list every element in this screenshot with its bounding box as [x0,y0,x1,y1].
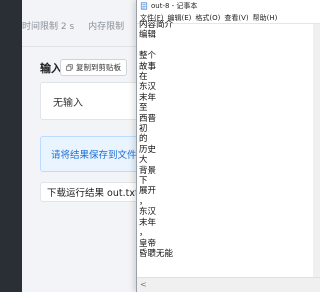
notepad-line: 初 [139,124,148,135]
notepad-line: ， [139,228,148,239]
notepad-title: out-8 - 记事本 [151,2,198,10]
notepad-line: 末年 [139,217,157,228]
notepad-titlebar[interactable]: out-8 - 记事本 [137,0,320,12]
notepad-line: 内容简介 [139,20,174,30]
notepad-line: 末年 [139,92,157,103]
notepad-line: 西晋 [139,113,157,124]
notepad-window: out-8 - 记事本 文件(F) 编辑(E) 格式(O) 查看(V) 帮助(H… [136,0,320,292]
notepad-line: 整个 [139,51,157,62]
left-dark-strip [0,0,22,292]
download-link-text: 下载运行结果 out.txt [47,188,139,199]
notepad-line: 背景 [139,165,157,176]
memory-limit: 内存限制 [88,21,125,32]
notice-text: 请将结果保存到文件: o [51,150,140,161]
notepad-line: 昏聩无能 [139,248,174,259]
input-section-title: 输入 [40,62,62,75]
notepad-line: 东汉 [139,207,157,218]
input-value-box: 无输入 [40,82,140,120]
limits-row: 时间限制 2 s 内存限制 [22,12,142,38]
scroll-left-icon[interactable]: < [140,280,147,289]
notepad-app-icon [140,2,148,10]
notepad-line: 的 [139,134,148,145]
save-result-notice: 请将结果保存到文件: o [40,136,140,172]
notepad-text-area[interactable]: 内容简介 编辑 整个 故事在东汉 末年至西晋初的历史大背景下展开，东汉 末年，皇帝 昏聩无能 [139,20,309,278]
download-result-link[interactable]: 下载运行结果 out.txt [40,182,140,202]
copy-to-clipboard-button[interactable]: 复制到剪贴板 [60,59,127,76]
notepad-line: 故事 [139,61,157,72]
notepad-line: ， [139,196,148,207]
notepad-line [139,41,309,51]
notepad-line: 下 [139,176,148,187]
notepad-line: 历史 [139,144,157,155]
notepad-line: 在 [139,72,148,83]
notepad-line: 编辑 [139,30,157,41]
time-limit: 时间限制 2 s [22,21,75,32]
copy-button-label: 复制到剪贴板 [76,63,121,72]
notepad-line: 皇帝 [139,238,157,249]
divider [22,46,142,47]
input-value: 无输入 [53,97,83,109]
vertical-scrollbar[interactable] [313,24,320,278]
copy-icon [66,64,73,71]
notepad-line: 展开 [139,186,157,197]
notepad-line: 大 [139,155,148,166]
horizontal-scrollbar[interactable]: < [137,277,320,292]
notepad-line: 东汉 [139,82,157,93]
notepad-line: 至 [139,103,148,114]
